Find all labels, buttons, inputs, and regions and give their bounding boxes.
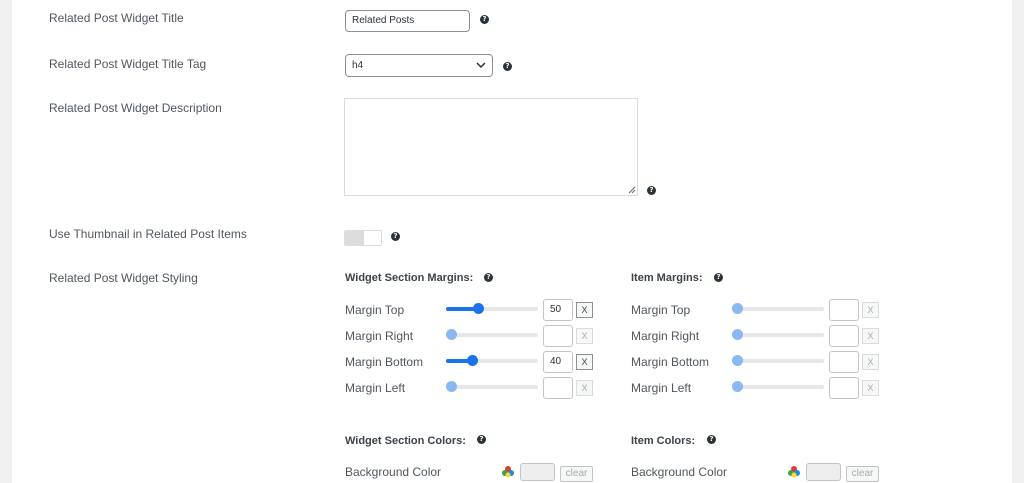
slider-thumb[interactable] <box>467 355 478 366</box>
margin-slider[interactable] <box>732 381 824 392</box>
margin-row-label: Margin Bottom <box>631 355 710 369</box>
margin-slider[interactable] <box>446 355 538 366</box>
margin-row-label: Margin Bottom <box>345 355 424 369</box>
margin-clear-button[interactable]: X <box>576 354 593 370</box>
slider-thumb[interactable] <box>732 303 743 314</box>
toggle-knob <box>345 231 364 245</box>
slider-track <box>732 359 824 363</box>
item-bg-color-label: Background Color <box>631 465 728 479</box>
widget-bg-color-swatch[interactable] <box>520 463 555 481</box>
margin-row-label: Margin Top <box>345 303 405 317</box>
title-tag-label: Related Post Widget Title Tag <box>49 57 207 71</box>
thumbnail-label: Use Thumbnail in Related Post Items <box>49 227 247 241</box>
widget-colors-heading: Widget Section Colors: <box>345 435 466 447</box>
margin-clear-button[interactable]: X <box>862 380 879 396</box>
margin-value-input[interactable] <box>829 299 859 321</box>
margin-row-label: Margin Right <box>345 329 414 343</box>
thumbnail-toggle[interactable] <box>344 230 382 246</box>
margin-slider[interactable] <box>446 381 538 392</box>
question-circle-icon[interactable]: ? <box>484 273 493 282</box>
widget-title-label: Related Post Widget Title <box>49 11 184 25</box>
question-circle-icon[interactable]: ? <box>477 435 486 444</box>
slider-thumb[interactable] <box>732 329 743 340</box>
slider-thumb[interactable] <box>732 381 743 392</box>
title-tag-select[interactable]: h4 <box>345 54 493 77</box>
margin-row-label: Margin Top <box>631 303 691 317</box>
slider-thumb[interactable] <box>732 355 743 366</box>
question-circle-icon[interactable]: ? <box>503 62 512 71</box>
slider-track <box>446 385 538 389</box>
margin-slider[interactable] <box>732 355 824 366</box>
item-bg-color-swatch[interactable] <box>806 463 841 481</box>
question-circle-icon[interactable]: ? <box>391 232 400 241</box>
slider-track <box>732 333 824 337</box>
title-tag-value: h4 <box>352 60 364 71</box>
resize-handle-icon[interactable] <box>628 186 636 194</box>
description-label: Related Post Widget Description <box>49 101 222 115</box>
slider-thumb[interactable] <box>446 329 457 340</box>
item-bg-clear-button[interactable]: clear <box>846 466 879 482</box>
question-circle-icon[interactable]: ? <box>714 273 723 282</box>
slider-thumb[interactable] <box>446 381 457 392</box>
margin-value-input[interactable]: 40 <box>543 351 573 373</box>
widget-margins-heading: Widget Section Margins: <box>345 272 474 284</box>
question-circle-icon[interactable]: ? <box>707 435 716 444</box>
margin-clear-button[interactable]: X <box>862 302 879 318</box>
margin-clear-button[interactable]: X <box>862 328 879 344</box>
margin-value-input[interactable] <box>829 377 859 399</box>
margin-clear-button[interactable]: X <box>862 354 879 370</box>
item-margins-heading: Item Margins: <box>631 272 703 284</box>
chevron-down-icon <box>476 62 486 69</box>
margin-slider[interactable] <box>732 329 824 340</box>
slider-track <box>732 385 824 389</box>
margin-slider[interactable] <box>732 303 824 314</box>
question-circle-icon[interactable]: ? <box>480 15 489 24</box>
slider-track <box>446 333 538 337</box>
margin-row-label: Margin Left <box>631 381 692 395</box>
widget-title-input[interactable]: Related Posts <box>345 10 470 32</box>
margin-slider[interactable] <box>446 329 538 340</box>
margin-clear-button[interactable]: X <box>576 328 593 344</box>
margin-clear-button[interactable]: X <box>576 302 593 318</box>
margin-row-label: Margin Left <box>345 381 406 395</box>
margin-row-label: Margin Right <box>631 329 700 343</box>
widget-bg-color-label: Background Color <box>345 465 442 479</box>
color-palette-icon[interactable] <box>502 466 514 478</box>
margin-value-input[interactable] <box>829 325 859 347</box>
item-colors-heading: Item Colors: <box>631 435 696 447</box>
settings-panel <box>12 0 1012 483</box>
styling-label: Related Post Widget Styling <box>49 271 198 285</box>
margin-clear-button[interactable]: X <box>576 380 593 396</box>
description-textarea[interactable] <box>344 98 638 196</box>
margin-value-input[interactable] <box>543 325 573 347</box>
margin-value-input[interactable]: 50 <box>543 299 573 321</box>
color-palette-icon[interactable] <box>788 466 800 478</box>
margin-value-input[interactable] <box>829 351 859 373</box>
question-circle-icon[interactable]: ? <box>647 186 656 195</box>
widget-bg-clear-button[interactable]: clear <box>560 466 593 482</box>
margin-value-input[interactable] <box>543 377 573 399</box>
slider-thumb[interactable] <box>473 303 484 314</box>
slider-track <box>732 307 824 311</box>
margin-slider[interactable] <box>446 303 538 314</box>
